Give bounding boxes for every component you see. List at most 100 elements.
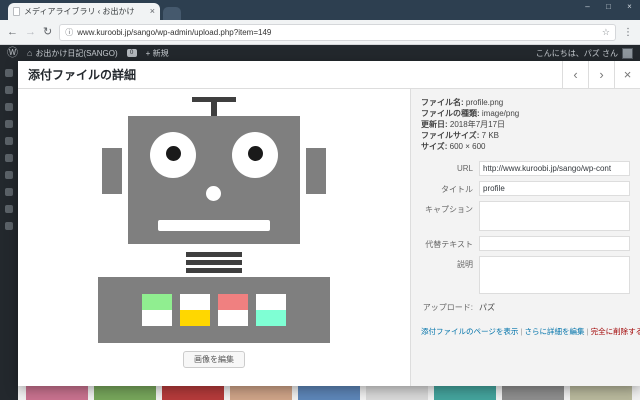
media-thumbnail[interactable] [570, 386, 632, 400]
robot-mouth [158, 220, 270, 231]
robot-ear-left [102, 148, 122, 194]
user-avatar [622, 48, 633, 59]
menu-dashboard-icon[interactable] [5, 69, 13, 77]
title-field-row: タイトル [421, 181, 630, 196]
caption-input[interactable] [479, 201, 630, 231]
title-input[interactable] [479, 181, 630, 196]
menu-media-icon[interactable] [5, 103, 13, 111]
color-chip [218, 294, 248, 310]
menu-tools-icon[interactable] [5, 205, 13, 213]
admin-sidebar-menu [0, 61, 18, 400]
media-thumbnail[interactable] [94, 386, 156, 400]
url-input[interactable] [479, 161, 630, 176]
modal-close-icon[interactable]: × [614, 61, 640, 88]
media-thumbnail[interactable] [162, 386, 224, 400]
site-name-menu[interactable]: ⌂ お出かけ日記(SANGO) [27, 48, 118, 59]
admin-page-background: 添付ファイルの詳細 ‹ › × [0, 61, 640, 400]
account-menu[interactable]: こんにちは、パズ さん [536, 48, 633, 59]
media-thumbnail[interactable] [366, 386, 428, 400]
window-minimize-button[interactable]: – [577, 0, 598, 15]
robot-neck-bar [186, 252, 242, 257]
menu-plugins-icon[interactable] [5, 171, 13, 179]
alt-field-row: 代替テキスト [421, 236, 630, 251]
browser-tab[interactable]: メディアライブラリ ‹ お出かけ × [8, 3, 160, 20]
next-attachment-button[interactable]: › [588, 61, 614, 88]
modal-body: 画像を編集 ファイル名: profile.pngファイルの種類: image/p… [18, 89, 640, 386]
new-content-menu[interactable]: + 新規 [146, 48, 169, 59]
howdy-greeting: こんにちは、パズ さん [536, 48, 618, 59]
tab-close-icon[interactable]: × [150, 7, 155, 16]
description-label: 説明 [421, 256, 479, 294]
new-tab-button[interactable] [163, 7, 181, 20]
meta-row: ファイルサイズ: 7 KB [421, 130, 630, 141]
menu-posts-icon[interactable] [5, 86, 13, 94]
robot-chips [142, 294, 286, 326]
color-chip [142, 294, 172, 310]
attachment-links: 添付ファイルのページを表示 | さらに詳細を編集 | 完全に削除する [421, 326, 630, 337]
media-thumbnail[interactable] [298, 386, 360, 400]
meta-row: 更新日: 2018年7月17日 [421, 119, 630, 130]
attachment-action-link[interactable]: さらに詳細を編集 [524, 327, 584, 336]
comments-menu[interactable]: 0 [127, 49, 137, 57]
browser-window: メディアライブラリ ‹ お出かけ × – □ × ← → ↻ ⓘ www.kur… [0, 0, 640, 400]
new-content-label: + 新規 [146, 48, 169, 59]
window-maximize-button[interactable]: □ [598, 0, 619, 15]
media-thumbnail[interactable] [434, 386, 496, 400]
attachment-preview-area: 画像を編集 [18, 89, 410, 386]
meta-row: ファイル名: profile.png [421, 97, 630, 108]
edit-image-button[interactable]: 画像を編集 [183, 351, 245, 368]
alt-label: 代替テキスト [421, 236, 479, 251]
menu-comments-icon[interactable] [5, 137, 13, 145]
tab-title: メディアライブラリ ‹ お出かけ [24, 6, 146, 17]
modal-header: 添付ファイルの詳細 ‹ › × [18, 61, 640, 89]
modal-title: 添付ファイルの詳細 [18, 61, 562, 88]
robot-neck-bar [186, 268, 242, 273]
back-icon[interactable]: ← [7, 27, 18, 38]
alt-input[interactable] [479, 236, 630, 251]
attachment-image [94, 97, 334, 343]
meta-row: ファイルの種類: image/png [421, 108, 630, 119]
media-grid-thumbnails [18, 386, 640, 400]
url-text: www.kuroobi.jp/sango/wp-admin/upload.php… [77, 28, 598, 37]
previous-attachment-button[interactable]: ‹ [562, 61, 588, 88]
media-thumbnail[interactable] [230, 386, 292, 400]
media-thumbnail[interactable] [502, 386, 564, 400]
forward-icon[interactable]: → [25, 27, 36, 38]
url-field-row: URL [421, 161, 630, 176]
menu-settings-icon[interactable] [5, 222, 13, 230]
wordpress-logo-icon[interactable]: Ⓦ [7, 48, 18, 59]
description-input[interactable] [479, 256, 630, 294]
site-name-label: お出かけ日記(SANGO) [35, 48, 117, 59]
color-chip [218, 310, 248, 326]
menu-appearance-icon[interactable] [5, 154, 13, 162]
caption-field-row: キャプション [421, 201, 630, 231]
page-favicon-icon [13, 7, 20, 16]
robot-nose [206, 186, 221, 201]
chip-row [142, 310, 286, 326]
meta-row: サイズ: 600 × 600 [421, 141, 630, 152]
attachment-details-modal: 添付ファイルの詳細 ‹ › × [18, 61, 640, 386]
page-info-icon[interactable]: ⓘ [65, 27, 73, 38]
uploaded-by-row: アップロード: パズ [421, 299, 630, 313]
description-field-row: 説明 [421, 256, 630, 294]
address-bar[interactable]: ⓘ www.kuroobi.jp/sango/wp-admin/upload.p… [59, 24, 616, 41]
media-thumbnail[interactable] [26, 386, 88, 400]
color-chip [180, 310, 210, 326]
bookmark-star-icon[interactable]: ☆ [602, 27, 610, 38]
wp-admin-bar: Ⓦ ⌂ お出かけ日記(SANGO) 0 + 新規 こんにちは、パズ さん [0, 45, 640, 61]
menu-pages-icon[interactable] [5, 120, 13, 128]
delete-permanently-link[interactable]: 完全に削除する [591, 327, 640, 336]
menu-users-icon[interactable] [5, 188, 13, 196]
window-close-button[interactable]: × [619, 0, 640, 15]
chip-row [142, 294, 286, 310]
color-chip [256, 294, 286, 310]
robot-eye-right [232, 132, 278, 178]
caption-label: キャプション [421, 201, 479, 231]
reload-icon[interactable]: ↻ [43, 27, 52, 38]
attachment-action-link[interactable]: 添付ファイルのページを表示 [421, 327, 518, 336]
browser-menu-icon[interactable]: ⋮ [623, 27, 633, 38]
color-chip [256, 310, 286, 326]
attachment-details-sidebar: ファイル名: profile.pngファイルの種類: image/png更新日:… [410, 89, 640, 386]
robot-body [98, 277, 330, 343]
robot-eye-left [150, 132, 196, 178]
